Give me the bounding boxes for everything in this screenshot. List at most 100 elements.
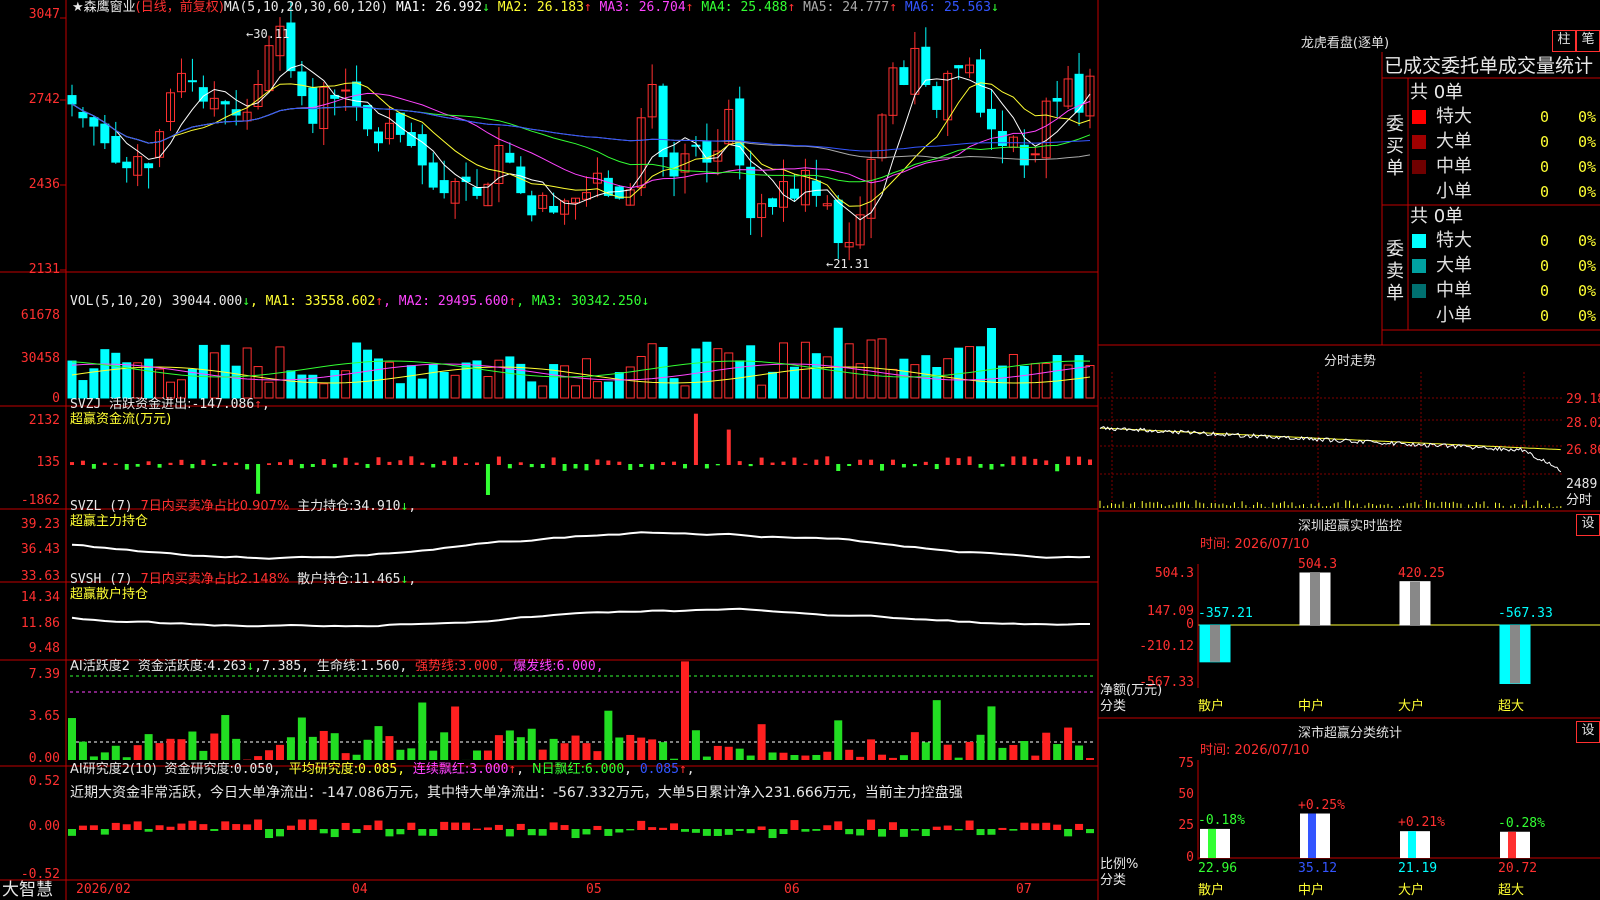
ai-research-bar: [275, 829, 284, 837]
tick-mode-button[interactable]: 笔: [1576, 30, 1600, 52]
vol-params: VOL(5,10,20): [70, 294, 164, 309]
ai-active-l3: 生命线:: [316, 659, 361, 674]
favorite-star-icon[interactable]: ★: [72, 0, 84, 15]
svzj-bar: [989, 464, 994, 470]
svzj-bar: [1055, 464, 1060, 472]
sz-monitor-settings-button[interactable]: 设: [1576, 514, 1600, 536]
volume-bar: [833, 327, 843, 399]
order-color-swatch: [1412, 110, 1426, 124]
svzj-bar: [387, 461, 392, 465]
svzl-sub: 超赢主力持仓: [70, 514, 149, 529]
y-tick-label: 3047: [28, 7, 60, 22]
ai-active-bar: [571, 735, 580, 760]
svzj-bar: [190, 464, 195, 469]
volume-bar: [647, 343, 657, 399]
volume-bar: [89, 368, 99, 399]
ai-research-bar: [451, 822, 460, 830]
candle-body: [341, 89, 351, 92]
ai-active-bar: [1042, 732, 1051, 760]
stock-name[interactable]: 森鹰窗业: [84, 0, 136, 15]
class-category: 散户: [1198, 883, 1225, 898]
svsh-sub: 超赢散户持仓: [70, 587, 149, 602]
svzj-bar: [1022, 456, 1027, 465]
svzj-bar: [880, 464, 885, 471]
order-color-swatch: [1412, 234, 1426, 248]
volume-bar: [822, 356, 832, 399]
sz-class-bars: [1197, 760, 1600, 860]
ai-research-bar: [954, 829, 963, 831]
order-percent: 0%: [1578, 232, 1597, 250]
svzj-bar: [310, 464, 315, 468]
ai-research-bars: [68, 819, 1094, 839]
order-count: 0: [1540, 158, 1550, 176]
ai-active-bar: [790, 755, 799, 760]
ai-active-bar: [659, 742, 668, 760]
order-color-swatch: [1412, 160, 1426, 174]
volume-bar: [286, 370, 296, 399]
ai-research-bar: [407, 822, 416, 830]
volume-bar: [264, 381, 274, 399]
ai-active-bar: [1031, 755, 1040, 760]
ma-line: [71, 103, 1091, 161]
class-value-label: 22.96: [1198, 861, 1238, 876]
svzj-bar: [978, 464, 983, 468]
ai-active-bar: [374, 726, 383, 760]
ai-active-bar: [122, 757, 131, 760]
volume-bar: [1085, 365, 1095, 399]
volume-bar: [231, 365, 241, 399]
ai-research-bar: [823, 825, 832, 830]
volume-bar: [800, 341, 810, 399]
vol-header: VOL(5,10,20) 39044.000↓, MA1: 33558.602↑…: [70, 294, 649, 310]
ai-active-bar: [319, 730, 328, 760]
ai-research-bar: [637, 820, 646, 830]
vol-legend-value: 33558.602: [297, 294, 376, 309]
class-value-label: 20.72: [1498, 861, 1538, 876]
volume-bar: [779, 342, 789, 399]
y-tick-label: 0.00: [28, 751, 60, 766]
candle-body: [297, 71, 307, 97]
y-tick-label: 33.63: [20, 569, 60, 584]
volume-bar: [373, 358, 383, 399]
ai-active-bar: [232, 738, 241, 760]
ai-active-bar: [626, 734, 635, 760]
ai-research-bar: [976, 829, 985, 836]
ma-legend-arrow: ↑: [889, 0, 898, 15]
ai-active-bar: [527, 728, 536, 760]
svsh-ratio: 7日内买卖净占比2.148%: [140, 572, 290, 587]
ai-active-bar: [987, 706, 996, 760]
svzj-bar: [464, 463, 469, 465]
ma-legend-label: MA4:: [693, 0, 733, 15]
ai-research-bar: [1053, 824, 1062, 830]
candle-body: [527, 195, 537, 216]
period-label[interactable]: (日线，前复权): [136, 0, 224, 15]
vol-legend-label: , MA2:: [383, 294, 431, 309]
svzj-bar: [245, 464, 250, 470]
sz-class-settings-button[interactable]: 设: [1576, 721, 1600, 743]
ai-research-header: AI研究度2(10) 资金研究度:0.050, 平均研究度:0.085, 连续飘…: [70, 762, 695, 777]
ai-active-bar: [1053, 744, 1062, 760]
brand-logo[interactable]: 大智慧: [2, 880, 53, 900]
ai-active-bar: [779, 752, 788, 760]
svzj-bar: [770, 462, 775, 465]
ai-active-bar: [735, 748, 744, 760]
candle-body: [220, 101, 230, 105]
sz-monitor-bars: [1197, 564, 1600, 688]
svzj-bar: [847, 464, 852, 467]
ai-research-bar: [89, 825, 98, 830]
bar-mode-button[interactable]: 柱: [1552, 30, 1576, 52]
monitor-y-tick: -210.12: [1139, 639, 1194, 654]
ai-active-bar: [483, 750, 492, 760]
volume-bar: [757, 384, 767, 399]
ai-active-v1: 4.263: [207, 659, 247, 674]
candle-body: [122, 161, 132, 169]
ai-research-bar: [429, 829, 438, 836]
volume-bar: [166, 381, 176, 399]
class-change-label: -0.28%: [1498, 815, 1545, 831]
ai-active-bar: [593, 751, 602, 760]
sz-class-title: 深市超赢分类统计: [1297, 726, 1402, 741]
buy-total: 共 0单: [1410, 82, 1464, 103]
svzj-bar: [562, 464, 567, 471]
volume-bar: [450, 374, 460, 399]
ai-active-bar: [878, 754, 887, 760]
svzj-bar: [1011, 456, 1016, 465]
